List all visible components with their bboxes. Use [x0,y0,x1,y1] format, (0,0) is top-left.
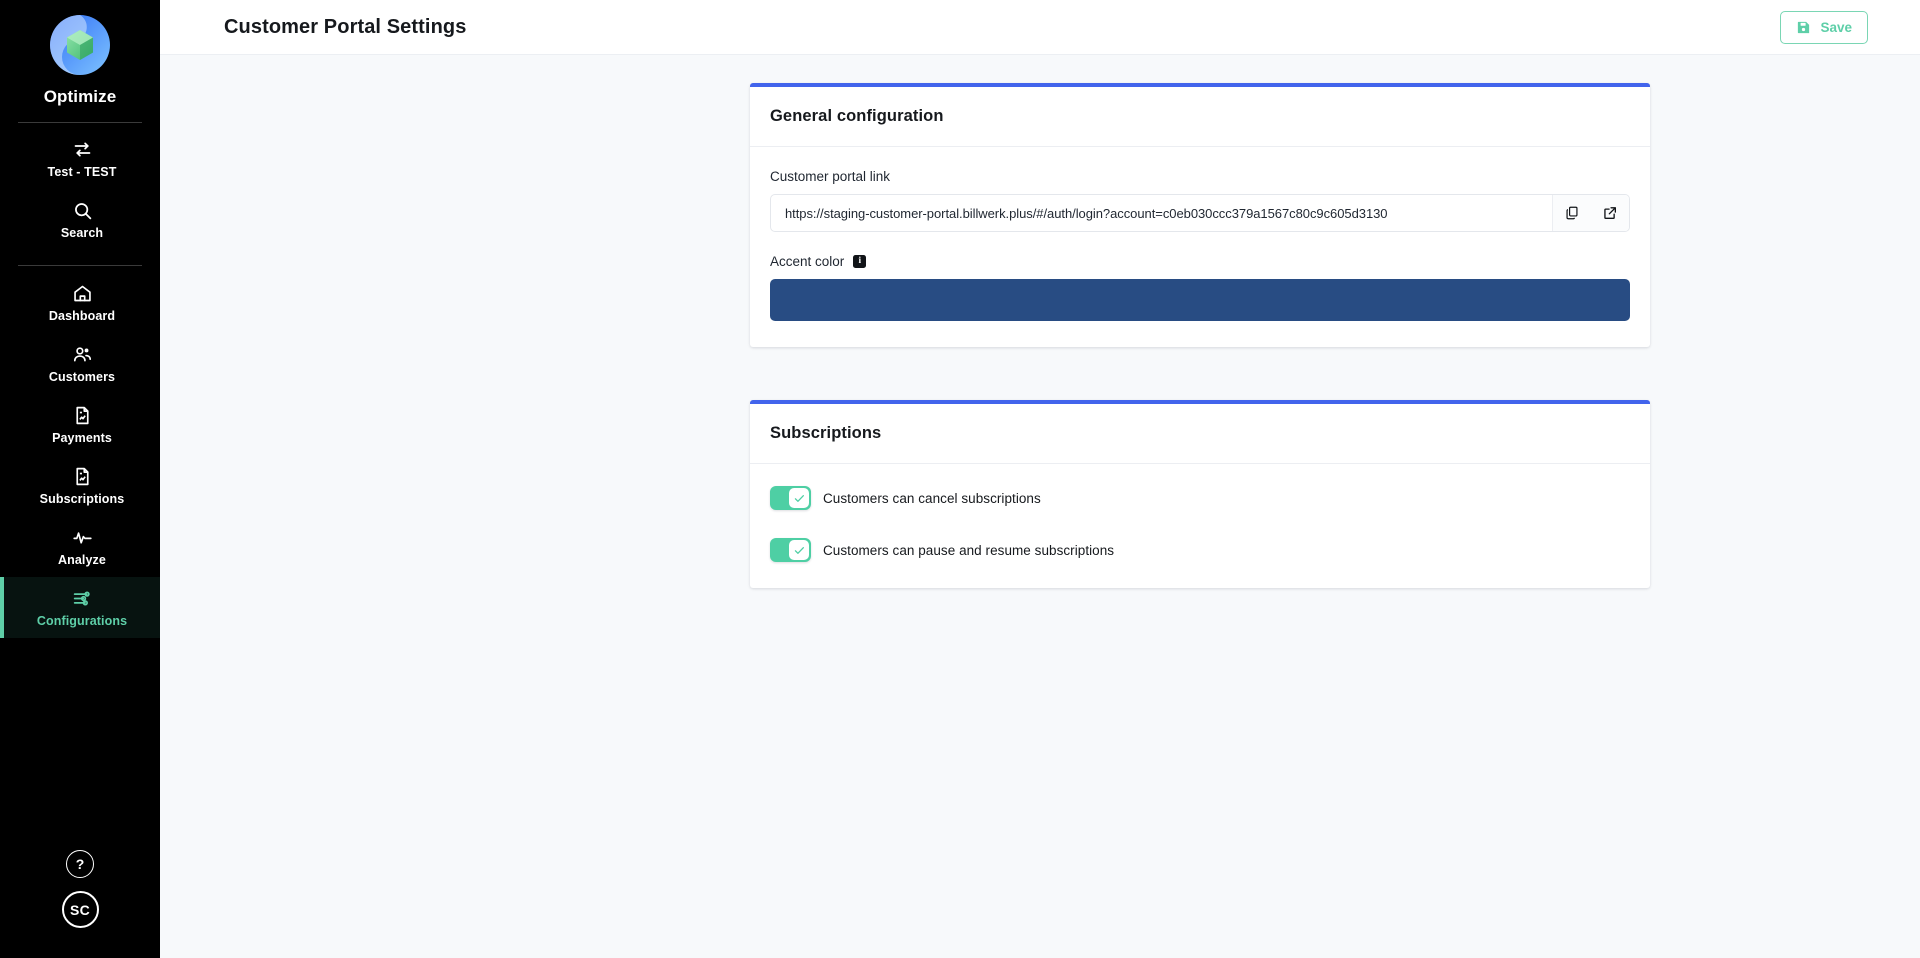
portal-link-actions [1552,195,1629,231]
sidebar-item-payments[interactable]: Payments [0,394,160,455]
toggle-row-pause-resume-subscriptions: Customers can pause and resume subscript… [770,538,1630,562]
card-title: Subscriptions [770,424,882,442]
portal-link-label-text: Customer portal link [770,169,891,184]
sidebar-bottom: ? SC [0,850,160,958]
save-button[interactable]: Save [1780,10,1868,44]
help-icon[interactable]: ? [66,850,94,878]
avatar[interactable]: SC [61,891,99,928]
card-header: General configuration [750,87,1650,147]
accent-color-field: Accent color i [770,254,1630,321]
save-disk-icon [1796,20,1811,35]
sidebar-item-analyze[interactable]: Analyze [0,516,160,577]
sidebar-item-dashboard[interactable]: Dashboard [0,272,160,333]
document-chart-icon [72,466,93,487]
topbar: Customer Portal Settings Save [160,0,1920,55]
toggle-pause-resume-subscriptions[interactable] [770,538,811,562]
portal-link-input[interactable] [771,195,1552,231]
main-area: Customer Portal Settings Save General co… [160,0,1920,958]
copy-link-button[interactable] [1553,195,1591,231]
portal-link-label: Customer portal link [770,169,1630,184]
accent-color-swatch[interactable] [770,279,1630,321]
toggle-cancel-subscriptions[interactable] [770,486,811,510]
sidebar-item-label: Payments [52,431,112,445]
document-chart-icon [72,405,93,426]
sidebar-item-configurations[interactable]: Configurations [0,577,160,638]
card-header: Subscriptions [750,404,1650,464]
exchange-arrows-icon [72,139,93,160]
home-icon [72,283,93,304]
external-link-icon [1602,205,1618,221]
sidebar-item-customers[interactable]: Customers [0,333,160,394]
pulse-icon [72,527,93,548]
toggle-label: Customers can cancel subscriptions [823,490,1041,506]
sidebar-group-main: Dashboard Customers Payments Subscriptio… [0,266,160,638]
users-icon [72,344,93,365]
sidebar-item-label: Configurations [36,614,128,628]
search-icon [72,200,93,221]
optimize-logo-icon [48,13,112,77]
brand[interactable]: Optimize [0,0,160,107]
sidebar-item-label: Test - TEST [47,165,117,179]
card-title: General configuration [770,107,944,125]
toggle-thumb [789,488,809,508]
brand-name: Optimize [43,87,117,106]
sidebar-item-label: Customers [48,370,116,384]
sidebar-item-label: Dashboard [48,309,116,323]
card-body: Customer portal link https://staging-cus… [750,147,1650,347]
sidebar-item-label: Analyze [58,553,106,567]
sidebar-item-label: Subscriptions [39,492,125,506]
save-button-label: Save [1820,19,1852,35]
info-icon[interactable]: i [853,255,867,268]
general-configuration-card: General configuration Customer portal li… [750,83,1650,347]
sidebar-group-top: Test - TEST Search [0,123,160,250]
portal-link-row [770,194,1630,232]
page-title: Customer Portal Settings [224,15,467,38]
sidebar-item-test-test[interactable]: Test - TEST [0,128,160,189]
accent-color-label-text: Accent color [770,254,845,269]
sidebar: Optimize Test - TEST Search Dashboard Cu… [0,0,160,958]
toggle-thumb [789,540,809,560]
sliders-icon [72,588,93,609]
card-body: Customers can cancel subscriptions Custo… [750,464,1650,588]
subscriptions-card: Subscriptions Customers can cancel subsc… [750,400,1650,588]
toggle-row-cancel-subscriptions: Customers can cancel subscriptions [770,486,1630,510]
sidebar-item-search[interactable]: Search [0,189,160,250]
portal-link-field: Customer portal link [770,169,1630,232]
open-link-button[interactable] [1591,195,1629,231]
sidebar-item-subscriptions[interactable]: Subscriptions [0,455,160,516]
app-root: Optimize Test - TEST Search Dashboard Cu… [0,0,1920,958]
toggle-label: Customers can pause and resume subscript… [823,542,1115,558]
accent-color-label: Accent color i [770,254,1630,269]
content-scroll: General configuration Customer portal li… [160,55,1920,958]
sidebar-item-label: Search [60,226,104,240]
copy-icon [1564,205,1580,221]
